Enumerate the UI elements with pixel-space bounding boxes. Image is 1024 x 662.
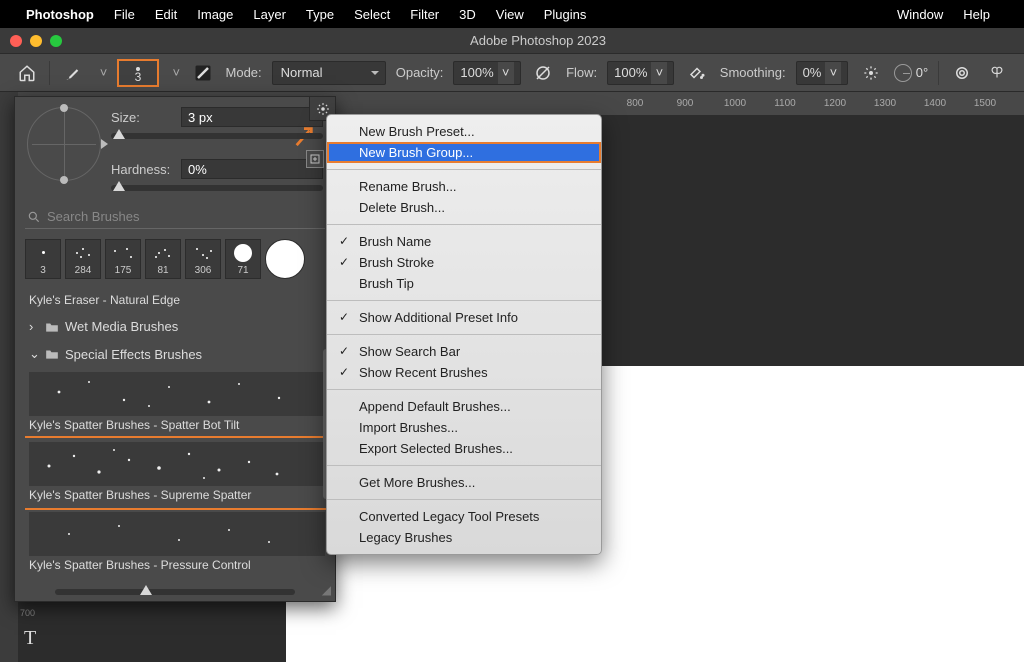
opacity-label: Opacity: [396,65,444,80]
preview-size-slider[interactable] [55,589,295,595]
menu-show-info[interactable]: Show Additional Preset Info [327,307,601,328]
folder-icon [45,321,59,333]
recent-brush[interactable]: 3 [25,239,61,279]
menu-delete-brush[interactable]: Delete Brush... [327,197,601,218]
menu-rename-brush[interactable]: Rename Brush... [327,176,601,197]
mode-select[interactable]: Normal [272,61,386,85]
butterfly-icon[interactable] [985,60,1010,86]
recent-brush[interactable]: 175 [105,239,141,279]
hardness-slider[interactable] [111,185,323,191]
brush-preset-panel: Size: 3 px Hardness: 0% 3 284 175 81 306… [14,96,336,602]
opacity-pressure-icon[interactable] [531,60,556,86]
brush-item-spatter-selected[interactable]: Kyle's Spatter Brushes - Supreme Spatter [25,438,329,508]
brush-preset-list[interactable]: Kyle's Eraser - Natural Edge › Wet Media… [25,289,329,579]
menu-3d[interactable]: 3D [459,7,476,22]
window-title: Adobe Photoshop 2023 [62,33,1014,48]
brush-panel-menu: New Brush Preset... New Brush Group... R… [326,114,602,555]
menu-plugins[interactable]: Plugins [544,7,587,22]
brush-preset-picker[interactable]: 3 [117,59,158,87]
recent-brush[interactable]: 284 [65,239,101,279]
recent-brush[interactable]: 71 [225,239,261,279]
recent-brushes: 3 284 175 81 306 71 [25,239,325,279]
airbrush-icon[interactable] [684,60,709,86]
menu-export-brushes[interactable]: Export Selected Brushes... [327,438,601,459]
recent-brush[interactable]: 306 [185,239,221,279]
traffic-lights [10,35,62,47]
menu-file[interactable]: File [114,7,135,22]
menu-help[interactable]: Help [963,7,990,22]
menu-new-brush-preset[interactable]: New Brush Preset... [327,121,601,142]
brush-tool-icon[interactable] [60,60,85,86]
zoom-window-button[interactable] [50,35,62,47]
flow-input[interactable]: 100%˅ [607,61,674,85]
recent-brush[interactable]: 81 [145,239,181,279]
type-tool-icon[interactable]: T [24,627,36,650]
menu-brush-stroke[interactable]: Brush Stroke [327,252,601,273]
recent-brush[interactable] [265,239,305,279]
options-bar: ˅ 3 ˅ Mode: Normal Opacity: 100%˅ Flow: … [0,54,1024,92]
menu-new-brush-group[interactable]: New Brush Group... [327,142,601,163]
home-icon[interactable] [14,60,39,86]
brush-angle[interactable]: 0° [894,64,928,82]
menu-show-search[interactable]: Show Search Bar [327,341,601,362]
minimize-window-button[interactable] [30,35,42,47]
size-label: Size: [111,110,173,125]
brush-search[interactable] [25,205,325,229]
brush-search-input[interactable] [47,209,323,224]
new-preset-button[interactable] [306,150,324,168]
opacity-input[interactable]: 100%˅ [453,61,520,85]
size-slider[interactable] [111,133,323,139]
brush-size-num: 3 [135,70,142,84]
hardness-input[interactable]: 0% [181,159,323,179]
menu-legacy-brushes[interactable]: Legacy Brushes [327,527,601,548]
hardness-label: Hardness: [111,162,173,177]
flow-label: Flow: [566,65,597,80]
brush-folder[interactable]: › Wet Media Brushes [25,313,329,340]
menu-window[interactable]: Window [897,7,943,22]
menu-show-recent[interactable]: Show Recent Brushes [327,362,601,383]
menu-view[interactable]: View [496,7,524,22]
menu-select[interactable]: Select [354,7,390,22]
brush-settings-icon[interactable] [190,60,215,86]
resize-grip-icon[interactable]: ◢ [322,583,331,597]
size-input[interactable]: 3 px [181,107,323,127]
close-window-button[interactable] [10,35,22,47]
folder-open-icon [45,348,59,360]
mode-label: Mode: [226,65,262,80]
menu-edit[interactable]: Edit [155,7,177,22]
menu-image[interactable]: Image [197,7,233,22]
mac-menubar: Photoshop File Edit Image Layer Type Sel… [0,0,1024,28]
search-icon [27,210,41,224]
window-titlebar: Adobe Photoshop 2023 [0,28,1024,54]
brush-folder-open[interactable]: ⌄ Special Effects Brushes [25,340,329,368]
smoothing-input[interactable]: 0%˅ [796,61,849,85]
menu-import-brushes[interactable]: Import Brushes... [327,417,601,438]
brush-item-spatter[interactable]: Kyle's Spatter Brushes - Pressure Contro… [25,508,329,578]
menu-brush-tip[interactable]: Brush Tip [327,273,601,294]
menu-brush-name[interactable]: Brush Name [327,231,601,252]
smoothing-label: Smoothing: [720,65,786,80]
brush-item[interactable]: Kyle's Eraser - Natural Edge [25,289,329,313]
brush-tip-preview[interactable] [27,107,101,181]
menu-get-more[interactable]: Get More Brushes... [327,472,601,493]
symmetry-icon[interactable] [949,60,974,86]
menu-type[interactable]: Type [306,7,334,22]
brush-item-spatter[interactable]: Kyle's Spatter Brushes - Spatter Bot Til… [25,368,329,438]
menu-filter[interactable]: Filter [410,7,439,22]
menu-append-default[interactable]: Append Default Brushes... [327,396,601,417]
menu-legacy-tool[interactable]: Converted Legacy Tool Presets [327,506,601,527]
menu-layer[interactable]: Layer [253,7,286,22]
appname[interactable]: Photoshop [26,7,94,22]
smoothing-gear-icon[interactable] [858,60,883,86]
